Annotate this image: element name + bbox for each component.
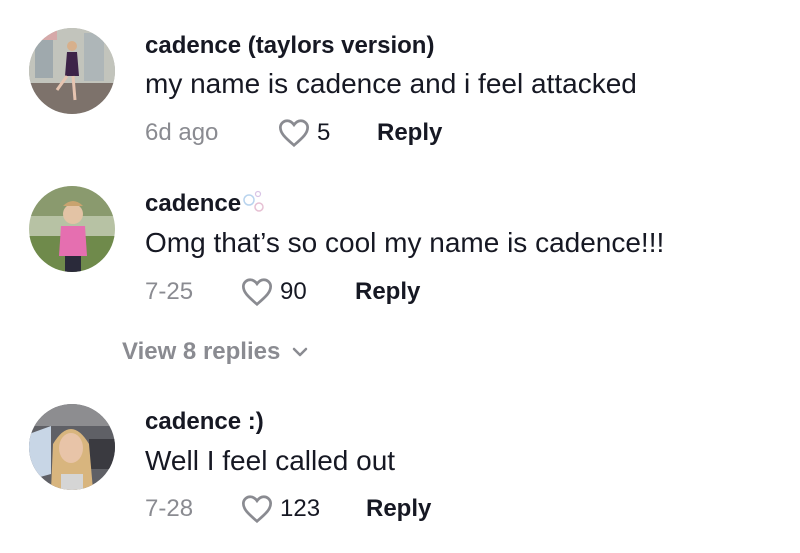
avatar[interactable] <box>29 404 115 490</box>
comment-date: 7-28 <box>145 495 194 522</box>
like-button[interactable]: 123 <box>240 494 366 524</box>
comment-text: my name is cadence and i feel attacked <box>145 68 637 99</box>
heart-icon <box>241 278 273 307</box>
comment-date: 7-25 <box>145 278 194 305</box>
chevron-down-icon <box>293 347 308 357</box>
reply-button[interactable]: Reply <box>355 278 420 306</box>
comment-username[interactable]: cadence :) <box>145 408 264 436</box>
comment-username[interactable]: cadence <box>145 190 268 221</box>
username-text: cadence <box>145 190 242 217</box>
avatar[interactable] <box>29 186 115 272</box>
like-count: 90 <box>280 278 307 305</box>
comment-username[interactable]: cadence (taylors version) <box>145 32 434 60</box>
bubbles-icon <box>242 190 268 221</box>
view-replies-button[interactable]: View 8 replies <box>122 338 308 366</box>
like-button[interactable]: 90 <box>240 277 355 307</box>
like-button[interactable]: 5 <box>277 118 377 148</box>
comment-text: Omg that’s so cool my name is cadence!!! <box>145 227 665 258</box>
comment-date: 6d ago <box>145 119 219 146</box>
heart-icon <box>241 495 273 524</box>
heart-icon <box>278 119 310 148</box>
comment-meta: 7-28 123 Reply <box>145 494 431 524</box>
like-count: 5 <box>317 119 331 146</box>
like-count: 123 <box>280 495 321 522</box>
comment-meta: 6d ago 5 Reply <box>145 118 442 148</box>
view-replies-label: View 8 replies <box>122 338 281 365</box>
reply-button[interactable]: Reply <box>366 495 431 523</box>
comment-meta: 7-25 90 Reply <box>145 277 420 307</box>
avatar[interactable] <box>29 28 115 114</box>
comment-text: Well I feel called out <box>145 445 396 476</box>
reply-button[interactable]: Reply <box>377 119 442 147</box>
